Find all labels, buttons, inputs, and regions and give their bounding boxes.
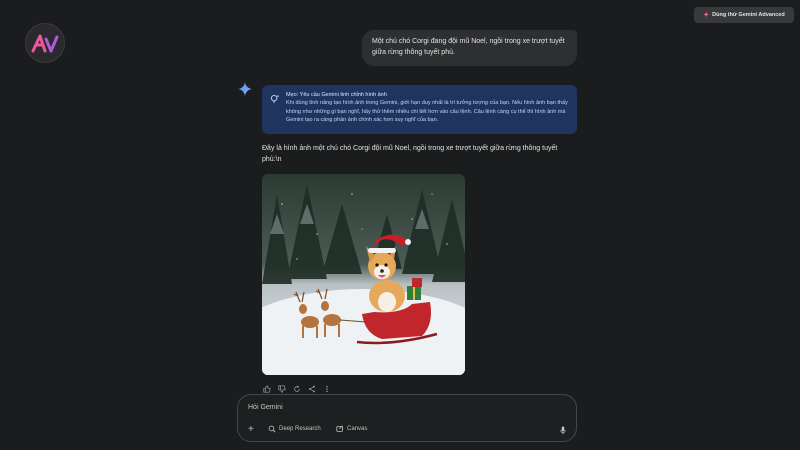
account-avatar[interactable] bbox=[25, 23, 65, 63]
more-options-icon[interactable] bbox=[322, 385, 331, 393]
tip-card: Mẹo: Yêu cầu Gemini tinh chỉnh hình ảnh … bbox=[262, 85, 577, 134]
deep-research-label: Deep Research bbox=[279, 426, 321, 432]
upgrade-label: Dùng thử Gemini Advanced bbox=[712, 12, 785, 18]
response-actions bbox=[262, 385, 331, 393]
sparkle-icon: ✦ bbox=[703, 11, 710, 19]
user-message-text: Một chú chó Corgi đang đội mũ Noel, ngồi… bbox=[372, 38, 565, 56]
share-icon[interactable] bbox=[307, 385, 316, 393]
tip-body: Khi dùng tính năng tạo hình ảnh trong Ge… bbox=[286, 100, 568, 123]
microphone-icon[interactable] bbox=[560, 426, 566, 435]
canvas-icon bbox=[336, 425, 344, 432]
av-logo-icon bbox=[31, 34, 59, 53]
user-message-bubble: Một chú chó Corgi đang đội mũ Noel, ngồi… bbox=[362, 30, 577, 66]
response-text: Đây là hình ảnh một chú chó Corgi đội mũ… bbox=[262, 145, 558, 164]
tip-title: Mẹo: Yêu cầu Gemini tinh chỉnh hình ảnh bbox=[286, 92, 387, 98]
prompt-composer[interactable]: Hỏi Gemini + Deep Research Canvas bbox=[237, 394, 577, 442]
add-attachment-button[interactable]: + bbox=[248, 425, 254, 435]
canvas-label: Canvas bbox=[347, 426, 368, 432]
prompt-input[interactable]: Hỏi Gemini bbox=[248, 404, 283, 411]
try-gemini-advanced-button[interactable]: ✦ Dùng thử Gemini Advanced bbox=[694, 7, 794, 23]
thumbs-down-icon[interactable] bbox=[277, 385, 286, 393]
deep-research-button[interactable]: Deep Research bbox=[268, 425, 321, 433]
thumbs-up-icon[interactable] bbox=[262, 385, 271, 393]
regenerate-icon[interactable] bbox=[292, 385, 301, 393]
generated-image[interactable] bbox=[262, 174, 465, 375]
canvas-button[interactable]: Canvas bbox=[336, 425, 367, 433]
lightbulb-icon bbox=[270, 94, 280, 104]
gemini-star-icon bbox=[238, 82, 252, 96]
deep-research-icon bbox=[268, 425, 276, 433]
